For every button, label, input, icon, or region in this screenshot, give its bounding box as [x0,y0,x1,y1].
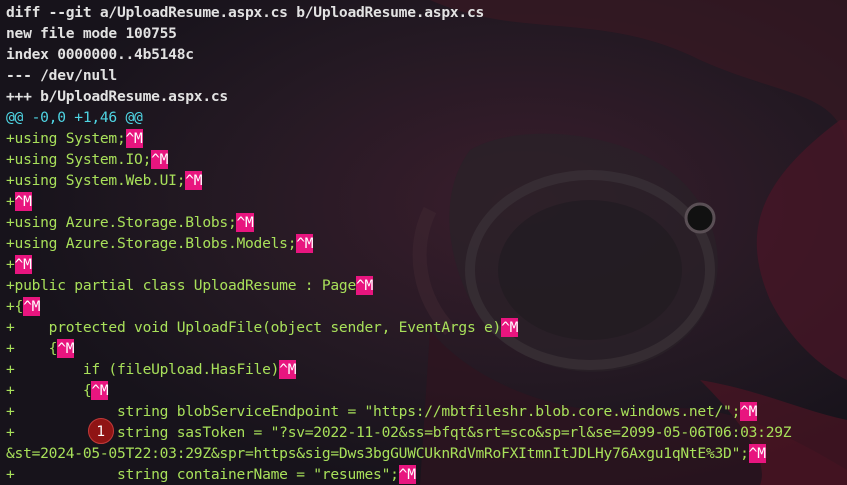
carriage-return-marker: ^M [748,444,766,463]
code-text: + string blobServiceEndpoint = "https://… [6,403,741,420]
carriage-return-marker: ^M [185,171,203,190]
code-text: + { [6,340,58,357]
added-line: + string blobServiceEndpoint = "https://… [6,401,757,422]
code-text: +using Azure.Storage.Blobs.Models; [6,235,297,252]
added-line: +{^M [6,296,40,317]
code-text: + protected void UploadFile(object sende… [6,319,502,336]
code-text: +using System.Web.UI; [6,172,186,189]
added-line: + {^M [6,380,109,401]
carriage-return-marker: ^M [14,255,32,274]
code-text: +using Azure.Storage.Blobs; [6,214,237,231]
code-text: + [6,193,15,210]
code-text: +using System; [6,130,126,147]
added-line: + {^M [6,338,75,359]
terminal-diff-output: diff --git a/UploadResume.aspx.cs b/Uplo… [0,0,847,485]
added-line: + string sasToken = "?sv=2022-11-02&ss=b… [6,422,792,443]
added-line: +using System.Web.UI;^M [6,170,203,191]
carriage-return-marker: ^M [14,192,32,211]
carriage-return-marker: ^M [296,234,314,253]
code-text: +using System.IO; [6,151,152,168]
code-text: + [6,256,15,273]
carriage-return-marker: ^M [151,150,169,169]
index-line: index 0000000..4b5148c [6,46,194,63]
file-mode-line: new file mode 100755 [6,25,177,42]
code-text: +{ [6,298,24,315]
code-text: + string containerName = "resumes"; [6,466,399,483]
added-line: +using System.IO;^M [6,149,168,170]
added-line: +^M [6,191,32,212]
carriage-return-marker: ^M [398,465,416,484]
added-line: +^M [6,254,32,275]
carriage-return-marker: ^M [501,318,519,337]
carriage-return-marker: ^M [740,402,758,421]
added-line: +using System;^M [6,128,143,149]
code-text: + { [6,382,92,399]
added-line: + string containerName = "resumes";^M [6,464,416,485]
added-line: +using Azure.Storage.Blobs;^M [6,212,254,233]
code-text: +public partial class UploadResume : Pag… [6,277,356,294]
diff-git-header: diff --git a/UploadResume.aspx.cs b/Uplo… [6,4,485,21]
carriage-return-marker: ^M [279,360,297,379]
carriage-return-marker: ^M [57,339,75,358]
added-line-wrapped: &st=2024-05-05T22:03:29Z&spr=https&sig=D… [6,443,766,464]
added-line: +using Azure.Storage.Blobs.Models;^M [6,233,314,254]
code-text: + if (fileUpload.HasFile) [6,361,280,378]
carriage-return-marker: ^M [125,129,143,148]
code-text: &st=2024-05-05T22:03:29Z&spr=https&sig=D… [6,445,749,462]
annotation-marker: 1 [88,418,114,444]
hunk-header: @@ -0,0 +1,46 @@ [6,109,143,126]
added-line: +public partial class UploadResume : Pag… [6,275,373,296]
code-text: + string sasToken = "?sv=2022-11-02&ss=b… [6,424,792,441]
added-line: + protected void UploadFile(object sende… [6,317,518,338]
added-line: + if (fileUpload.HasFile)^M [6,359,297,380]
new-file-line: +++ b/UploadResume.aspx.cs [6,88,228,105]
carriage-return-marker: ^M [355,276,374,295]
carriage-return-marker: ^M [236,213,254,232]
old-file-line: --- /dev/null [6,67,117,84]
carriage-return-marker: ^M [23,297,41,316]
carriage-return-marker: ^M [91,381,109,400]
